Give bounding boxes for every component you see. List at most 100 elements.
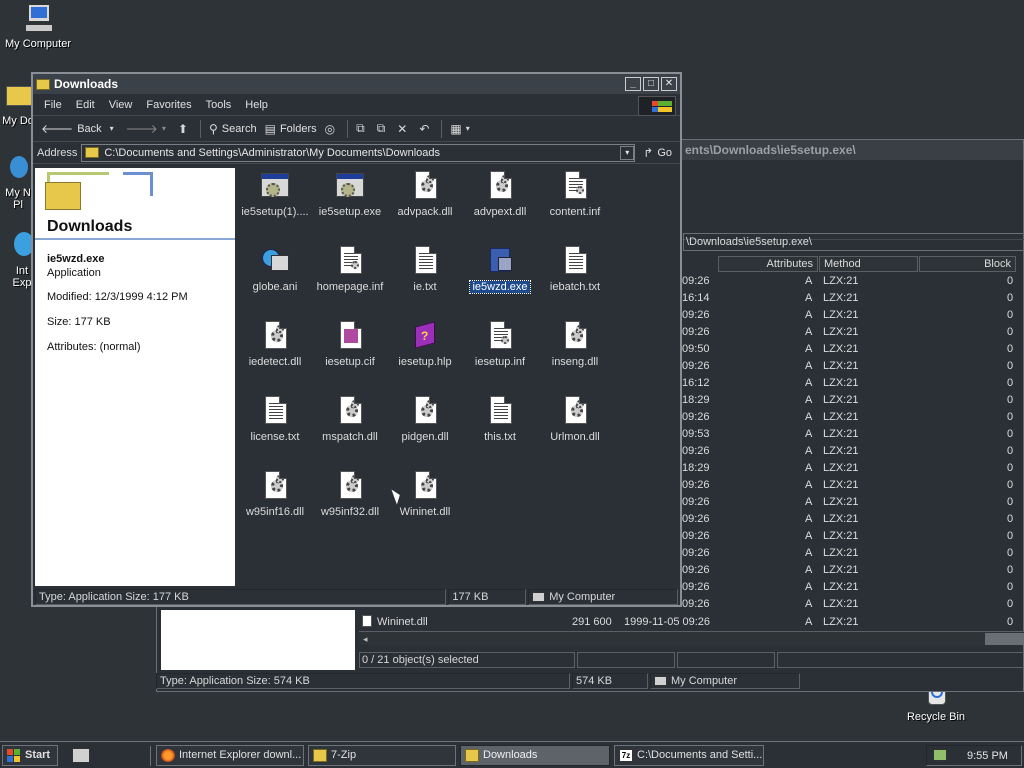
file-grid[interactable]: ie5setup(1).... ie5setup.exe advpack.dll ad…: [235, 168, 680, 586]
file-item[interactable]: inseng.dll: [537, 320, 613, 368]
maximize-button[interactable]: □: [643, 77, 659, 91]
file-item[interactable]: advpack.dll: [387, 170, 463, 218]
start-button[interactable]: Start: [2, 745, 58, 766]
table-row[interactable]: 09:26 A LZX:21 0: [682, 598, 1020, 615]
history-button[interactable]: ◎: [321, 118, 343, 140]
table-row[interactable]: 09:26 A LZX:21 0: [682, 309, 1020, 326]
minimize-button[interactable]: _: [625, 77, 641, 91]
file-item[interactable]: iesetup.inf: [462, 320, 538, 368]
table-row[interactable]: 09:26 A LZX:21 0: [682, 496, 1020, 513]
bg-address-field[interactable]: \Downloads\ie5setup.exe\: [683, 233, 1024, 251]
delete-button[interactable]: ✕: [393, 118, 415, 140]
address-dropdown-button[interactable]: ▾: [620, 145, 635, 160]
table-row[interactable]: 18:29 A LZX:21 0: [682, 394, 1020, 411]
chevron-down-icon[interactable]: ▾: [110, 124, 114, 133]
downloads-window[interactable]: Downloads _ □ ✕ File Edit View Favorites…: [31, 72, 682, 607]
file-name: ie.txt: [413, 281, 437, 293]
network-tray-icon[interactable]: [933, 749, 947, 761]
task-downloads[interactable]: Downloads: [460, 745, 610, 766]
file-item[interactable]: ie5setup.exe: [312, 170, 388, 218]
forward-arrow-icon: 🡒: [125, 122, 158, 136]
menu-favorites[interactable]: Favorites: [139, 99, 198, 111]
menu-help[interactable]: Help: [238, 99, 275, 111]
file-item[interactable]: iebatch.txt: [537, 245, 613, 293]
row-time: 09:26: [682, 479, 710, 491]
column-header-attributes[interactable]: Attributes: [718, 256, 818, 272]
file-item[interactable]: license.txt: [237, 395, 313, 443]
menu-edit[interactable]: Edit: [69, 99, 102, 111]
bg-tree-pane[interactable]: [161, 610, 355, 670]
task-7zip[interactable]: 7-Zip: [308, 745, 456, 766]
file-item[interactable]: Urlmon.dll: [537, 395, 613, 443]
file-item[interactable]: this.txt: [462, 395, 538, 443]
file-item[interactable]: iesetup.cif: [312, 320, 388, 368]
table-row[interactable]: 09:53 A LZX:21 0: [682, 428, 1020, 445]
row-attr: A: [805, 275, 813, 287]
file-item[interactable]: ie5setup(1)....: [237, 170, 313, 218]
table-row[interactable]: 09:26 A LZX:21 0: [682, 445, 1020, 462]
title-bar[interactable]: Downloads _ □ ✕: [33, 74, 680, 94]
menu-tools[interactable]: Tools: [199, 99, 239, 111]
clock[interactable]: 9:55 PM: [967, 750, 1008, 762]
go-button[interactable]: ↱ Go: [639, 142, 676, 164]
file-item[interactable]: ie.txt: [387, 245, 463, 293]
table-row[interactable]: 09:26 A LZX:21 0: [682, 547, 1020, 564]
file-item[interactable]: content.inf: [537, 170, 613, 218]
file-item[interactable]: globe.ani: [237, 245, 313, 293]
table-row[interactable]: 18:29 A LZX:21 0: [682, 462, 1020, 479]
file-item[interactable]: homepage.inf: [312, 245, 388, 293]
column-header-block[interactable]: Block: [919, 256, 1016, 272]
forward-button[interactable]: 🡒 ▾: [122, 118, 174, 140]
menu-view[interactable]: View: [102, 99, 140, 111]
row-block: 0: [1007, 394, 1014, 406]
row-block: 0: [1007, 479, 1014, 491]
table-row-wininet[interactable]: Wininet.dll 291 600 1999-11-05 09:26 A L…: [360, 614, 1020, 631]
table-row[interactable]: 09:26 A LZX:21 0: [682, 479, 1020, 496]
file-item[interactable]: w95inf32.dll: [312, 470, 388, 518]
file-item[interactable]: pidgen.dll: [387, 395, 463, 443]
table-row[interactable]: 09:26 A LZX:21 0: [682, 360, 1020, 377]
table-row[interactable]: 09:26 A LZX:21 0: [682, 564, 1020, 581]
file-name: ie5setup(1)....: [241, 206, 309, 218]
file-item[interactable]: mspatch.dll: [312, 395, 388, 443]
file-item[interactable]: advpext.dll: [462, 170, 538, 218]
chevron-down-icon[interactable]: ▾: [162, 124, 166, 133]
menu-file[interactable]: File: [37, 99, 69, 111]
row-block: 0: [1007, 377, 1014, 389]
address-field[interactable]: C:\Documents and Settings\Administrator\…: [81, 143, 636, 162]
copy-to-button[interactable]: ⧉: [373, 118, 394, 140]
table-row[interactable]: 09:26 A LZX:21 0: [682, 411, 1020, 428]
task-internet-explorer[interactable]: Internet Explorer downl...: [156, 745, 304, 766]
chevron-down-icon[interactable]: ▾: [466, 124, 470, 133]
back-label: Back: [77, 122, 102, 135]
bg-horizontal-scrollbar[interactable]: ◂: [359, 631, 1024, 645]
close-button[interactable]: ✕: [661, 77, 677, 91]
desktop-icon-my-computer[interactable]: My Computer: [0, 3, 76, 50]
table-row[interactable]: 09:50 A LZX:21 0: [682, 343, 1020, 360]
undo-button[interactable]: ↶: [415, 118, 437, 140]
table-row[interactable]: 09:26 A LZX:21 0: [682, 275, 1020, 292]
file-item[interactable]: iedetect.dll: [237, 320, 313, 368]
table-row[interactable]: 09:26 A LZX:21 0: [682, 513, 1020, 530]
table-row[interactable]: 16:14 A LZX:21 0: [682, 292, 1020, 309]
address-label: Address: [37, 146, 78, 159]
file-name: Wininet.dll: [399, 506, 451, 518]
column-header-method[interactable]: Method: [819, 256, 918, 272]
table-row[interactable]: 16:12 A LZX:21 0: [682, 377, 1020, 394]
table-row[interactable]: 09:26 A LZX:21 0: [682, 530, 1020, 547]
go-arrow-icon: ↱: [643, 145, 654, 160]
start-label: Start: [25, 749, 51, 761]
folders-button[interactable]: ▤ Folders: [261, 118, 321, 140]
search-button[interactable]: ⚲ Search: [205, 118, 261, 140]
back-button[interactable]: 🡐 Back ▾: [37, 118, 122, 140]
up-folder-button[interactable]: ⬆: [174, 118, 196, 140]
file-item[interactable]: w95inf16.dll: [237, 470, 313, 518]
views-button[interactable]: ▦ ▾: [446, 118, 477, 140]
task-7zip-path[interactable]: 7z C:\Documents and Setti...: [614, 745, 764, 766]
table-row[interactable]: 09:26 A LZX:21 0: [682, 581, 1020, 598]
quick-launch-desktop-icon[interactable]: [72, 748, 90, 763]
move-to-button[interactable]: ⧉: [352, 118, 373, 140]
file-item[interactable]: ? iesetup.hlp: [387, 320, 463, 368]
file-item[interactable]: ie5wzd.exe: [462, 245, 538, 294]
table-row[interactable]: 09:26 A LZX:21 0: [682, 326, 1020, 343]
